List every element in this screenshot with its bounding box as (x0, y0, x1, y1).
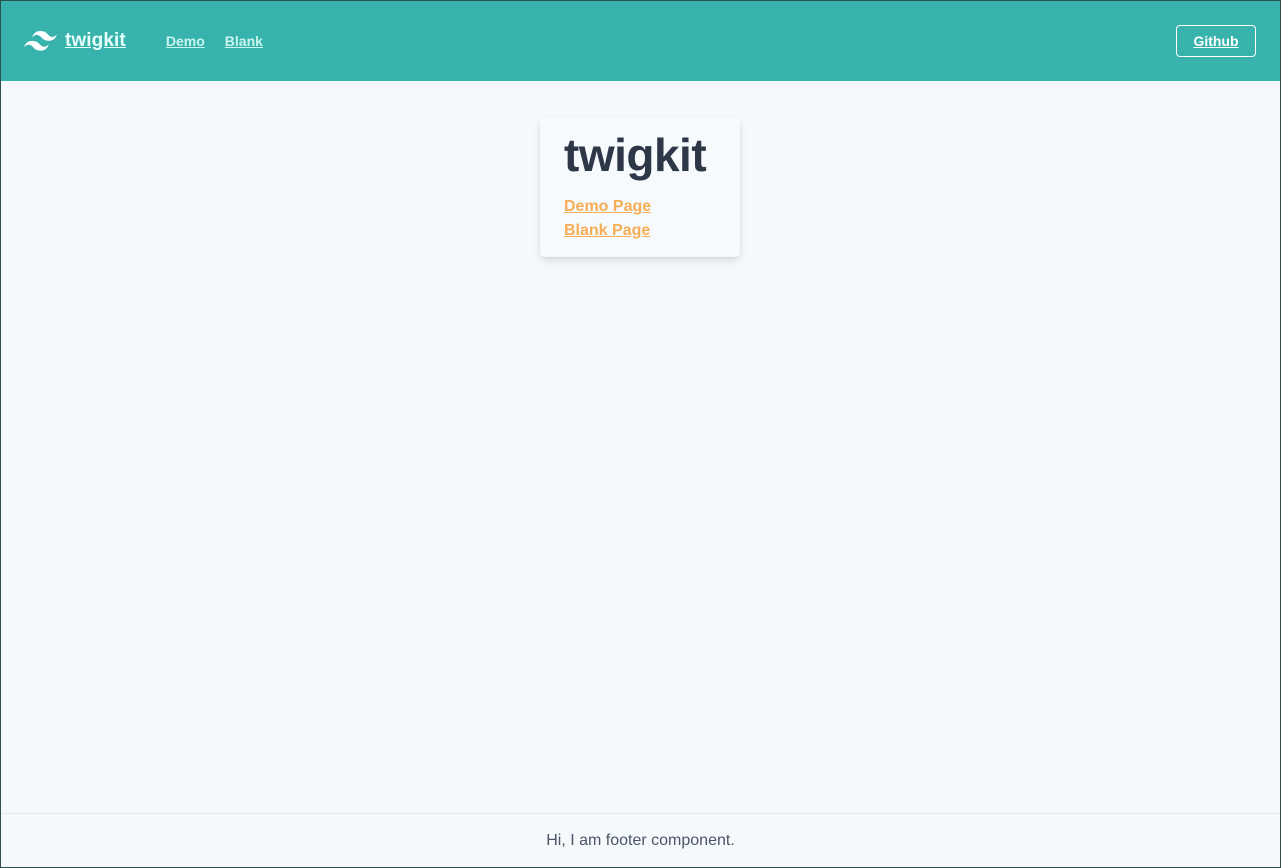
app-window: twigkit Demo Blank Github twigkit Demo P… (0, 0, 1281, 868)
blank-page-link[interactable]: Blank Page (564, 219, 650, 243)
brand-link[interactable]: twigkit (24, 30, 126, 52)
tailwind-wave-icon (24, 31, 57, 51)
nav-link-demo[interactable]: Demo (166, 33, 205, 49)
demo-page-link[interactable]: Demo Page (564, 195, 651, 219)
card-links: Demo Page Blank Page (564, 195, 716, 243)
nav-links: Demo Blank (166, 33, 263, 49)
welcome-card: twigkit Demo Page Blank Page (540, 117, 740, 257)
nav-link-blank[interactable]: Blank (225, 33, 263, 49)
navbar: twigkit Demo Blank Github (1, 1, 1280, 81)
footer-text: Hi, I am footer component. (546, 831, 735, 849)
footer: Hi, I am footer component. (1, 813, 1280, 867)
github-button[interactable]: Github (1176, 25, 1256, 57)
card-title: twigkit (564, 129, 707, 181)
main-content: twigkit Demo Page Blank Page (1, 81, 1280, 813)
brand-name: twigkit (65, 30, 126, 51)
